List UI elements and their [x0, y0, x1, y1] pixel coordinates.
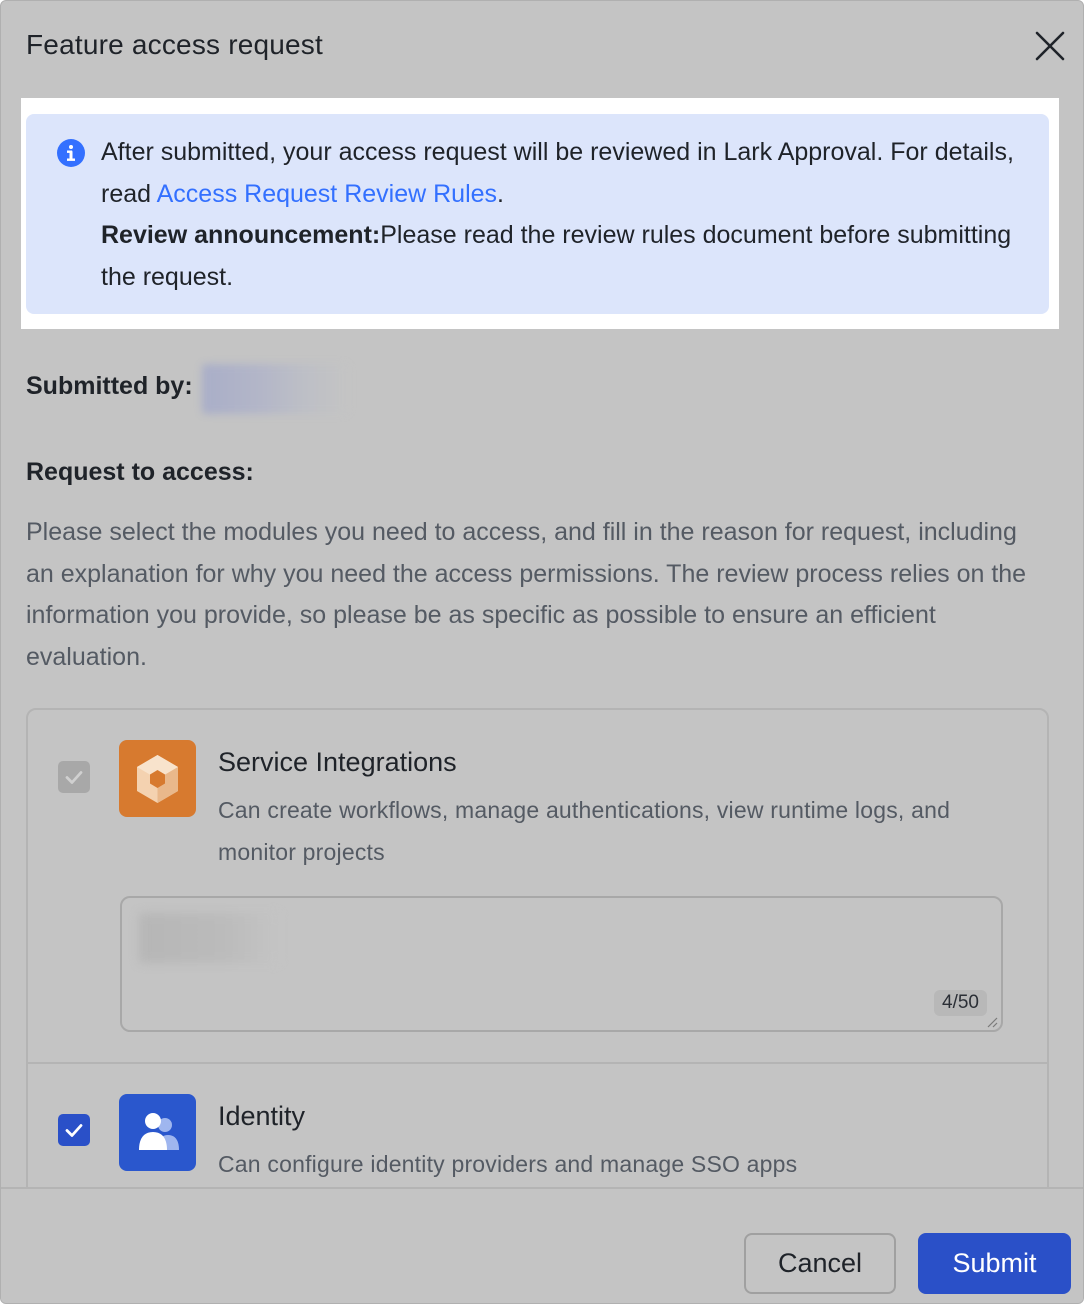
users-icon	[119, 1094, 196, 1171]
request-description: Please select the modules you need to ac…	[26, 518, 1027, 671]
close-icon[interactable]	[1033, 29, 1067, 63]
resize-handle-icon[interactable]	[986, 1015, 998, 1028]
request-heading: Request to access:	[26, 458, 254, 486]
identity-checkbox[interactable]	[58, 1114, 90, 1146]
info-icon	[56, 138, 86, 168]
dialog-footer: Cancel Submit	[1, 1187, 1083, 1303]
submitter-name-redacted	[202, 364, 348, 414]
reason-textarea[interactable]: 4/50	[120, 896, 1003, 1032]
cube-icon	[119, 740, 196, 817]
notice-text: After submitted, your access request wil…	[101, 132, 1031, 298]
module-description: Can configure identity providers and man…	[218, 1151, 798, 1177]
submit-button[interactable]: Submit	[918, 1233, 1071, 1294]
notice-suffix: .	[497, 179, 504, 208]
feature-access-dialog: Feature access request After submitted, …	[0, 0, 1084, 1304]
module-name: Service Integrations	[218, 747, 457, 777]
character-counter: 4/50	[934, 990, 987, 1016]
cancel-button[interactable]: Cancel	[744, 1233, 896, 1294]
reason-text-redacted	[139, 913, 279, 963]
dialog-title: Feature access request	[26, 29, 323, 60]
approval-notice: After submitted, your access request wil…	[26, 114, 1049, 314]
announcement-label: Review announcement:	[101, 221, 381, 249]
service-integrations-checkbox[interactable]	[58, 761, 90, 793]
module-service-integrations: Service Integrations Can create workflow…	[28, 710, 1047, 1064]
review-rules-link[interactable]: Access Request Review Rules	[157, 180, 497, 208]
module-description: Can create workflows, manage authenticat…	[218, 797, 951, 865]
module-name: Identity	[218, 1101, 306, 1131]
submitted-by-label: Submitted by:	[26, 372, 193, 400]
